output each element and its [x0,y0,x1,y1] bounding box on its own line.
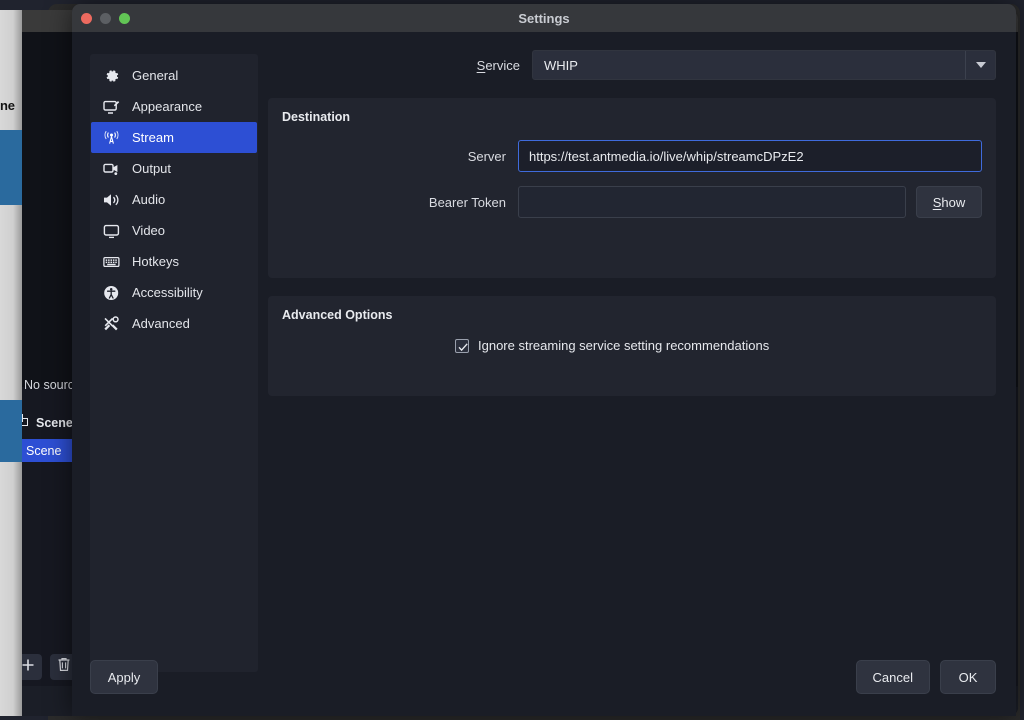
sidebar-item-audio[interactable]: Audio [91,184,257,215]
sidebar-item-label: Output [132,161,171,176]
maximize-traffic-light[interactable] [119,13,130,24]
sidebar-item-output[interactable]: Output [91,153,257,184]
sidebar-item-video[interactable]: Video [91,215,257,246]
check-icon [457,341,469,353]
show-token-button[interactable]: Show [916,186,982,218]
sidebar-item-stream[interactable]: Stream [91,122,257,153]
sidebar-item-label: General [132,68,178,83]
obs-scene-toolbar [14,654,78,680]
broadcast-icon [103,129,120,146]
server-label: Server [282,149,518,164]
sidebar-item-label: Video [132,223,165,238]
service-select[interactable]: WHIP [532,50,996,80]
settings-sidebar: General Appearance [90,54,258,672]
monitor-icon [103,222,120,239]
advanced-options-group: Advanced Options Ignore streaming servic… [268,296,996,396]
obs-left-strip-text: ne [0,98,26,113]
plus-icon [21,658,35,677]
apply-button[interactable]: Apply [90,660,158,694]
chevron-down-icon[interactable] [965,51,995,79]
service-row: Service WHIP [268,50,996,80]
sidebar-item-label: Appearance [132,99,202,114]
sidebar-item-appearance[interactable]: Appearance [91,91,257,122]
ok-button[interactable]: OK [940,660,996,694]
cancel-button[interactable]: Cancel [856,660,930,694]
sidebar-item-label: Audio [132,192,165,207]
ignore-recommendations-row[interactable]: Ignore streaming service setting recomme… [282,338,982,353]
close-traffic-light[interactable] [81,13,92,24]
obs-left-strip-selection-2 [0,400,22,462]
server-row: Server https://test.antmedia.io/live/whi… [282,140,982,172]
ignore-recommendations-label: Ignore streaming service setting recomme… [478,338,769,353]
trash-icon [57,657,71,677]
sidebar-item-label: Advanced [132,316,190,331]
sidebar-item-general[interactable]: General [91,60,257,91]
dialog-title: Settings [518,11,569,26]
speaker-icon [103,191,120,208]
desktop-backdrop: No source Scenes Scene [0,0,1024,720]
dialog-body: General Appearance [72,32,1016,716]
ignore-recommendations-checkbox[interactable] [455,339,469,353]
obs-left-docked-strip [0,10,22,716]
sidebar-item-label: Stream [132,130,174,145]
destination-group-title: Destination [282,110,982,124]
service-selected-value: WHIP [533,58,578,73]
sidebar-item-advanced[interactable]: Advanced [91,308,257,339]
obs-scenes-panel-header: Scenes [14,414,80,432]
accessibility-icon [103,284,120,301]
bearer-token-row: Bearer Token Show [282,186,982,218]
obs-left-strip-selection-1 [0,130,22,205]
keyboard-icon [103,253,120,270]
dialog-window-controls [81,13,130,24]
advanced-options-title: Advanced Options [282,308,982,322]
destination-group: Destination Server https://test.antmedia… [268,98,996,278]
sidebar-item-accessibility[interactable]: Accessibility [91,277,257,308]
bearer-token-label: Bearer Token [282,195,518,210]
sidebar-item-label: Accessibility [132,285,203,300]
server-input[interactable]: https://test.antmedia.io/live/whip/strea… [518,140,982,172]
dialog-titlebar: Settings [72,4,1016,32]
sidebar-item-label: Hotkeys [132,254,179,269]
obs-scene-item-label: Scene [26,444,61,458]
bearer-token-input[interactable] [518,186,906,218]
sidebar-item-hotkeys[interactable]: Hotkeys [91,246,257,277]
settings-content-stream: Service WHIP Destination Server https://… [268,50,996,716]
output-icon [103,160,120,177]
gear-icon [103,67,120,84]
service-label: Service [268,58,532,73]
appearance-icon [103,98,120,115]
settings-dialog: Settings General [72,4,1016,716]
tools-icon [103,315,120,332]
minimize-traffic-light[interactable] [100,13,111,24]
dialog-footer: Apply Cancel OK [90,660,996,694]
